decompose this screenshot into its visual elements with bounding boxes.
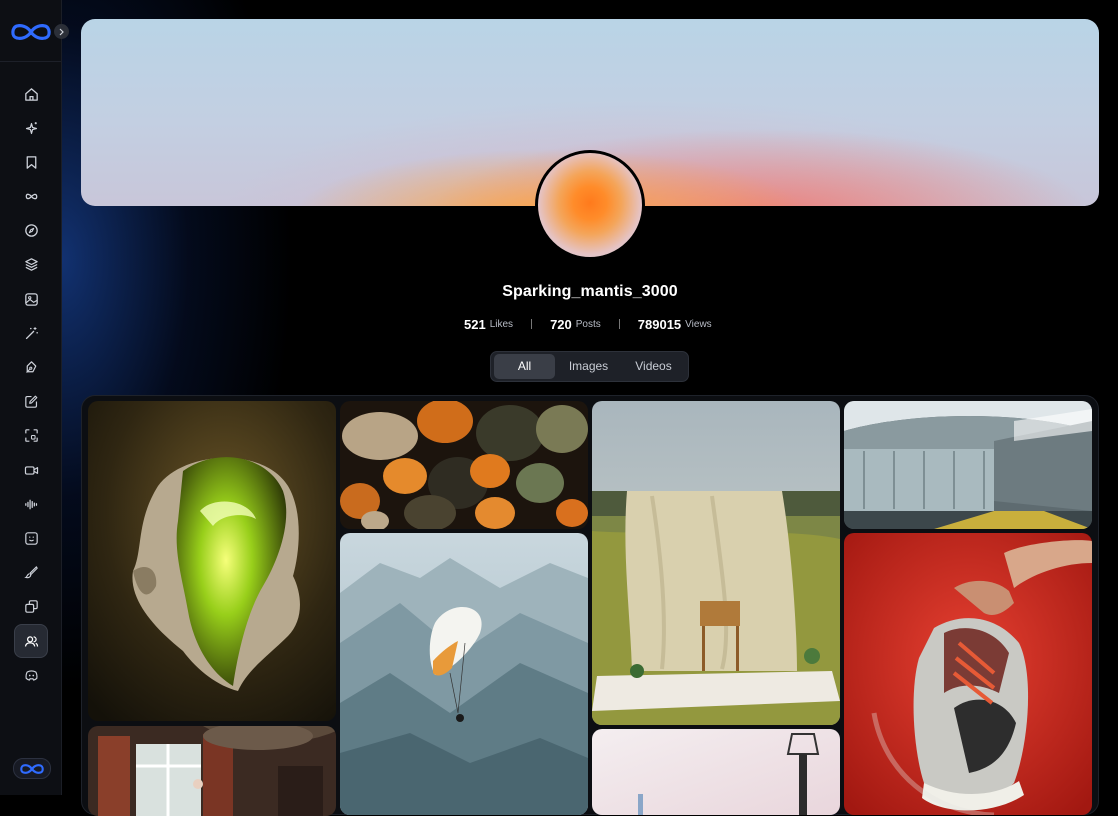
home-icon <box>24 87 38 101</box>
compass-icon <box>24 224 38 238</box>
tab-videos[interactable]: Videos <box>622 354 685 379</box>
posts-label: Posts <box>575 318 601 330</box>
edit-icon <box>24 395 37 408</box>
nav-gallery-add[interactable] <box>14 590 48 624</box>
nav-discord[interactable] <box>14 658 48 692</box>
gallery-item-picnic-tent[interactable] <box>592 401 840 725</box>
nav-pen[interactable] <box>14 351 48 385</box>
gallery-item-room-window[interactable] <box>88 726 336 816</box>
nav-crop[interactable] <box>14 419 48 453</box>
content-filter-tabs: All Images Videos <box>490 351 689 382</box>
nav-layers[interactable] <box>14 248 48 282</box>
gallery-item-subway-tunnel[interactable] <box>844 401 1092 529</box>
nav-explore[interactable] <box>14 214 48 248</box>
gallery-item-glowing-head[interactable] <box>88 401 336 721</box>
nav-profile[interactable] <box>14 624 48 658</box>
likes-count: 521 <box>464 316 486 332</box>
nav-infinite[interactable] <box>14 180 48 214</box>
face-icon <box>24 532 38 545</box>
gallery-item-street-lamp[interactable] <box>592 729 840 815</box>
gallery-add-icon <box>24 600 38 614</box>
stats-divider <box>618 319 620 329</box>
tab-all[interactable]: All <box>494 354 555 379</box>
sidebar <box>0 0 69 795</box>
infinity-icon <box>25 193 37 200</box>
nav-magic[interactable] <box>14 316 48 350</box>
nav-generate[interactable] <box>14 111 48 145</box>
users-icon <box>24 635 38 647</box>
gallery-item-sneaker[interactable] <box>844 533 1092 815</box>
tab-images[interactable]: Images <box>555 354 622 379</box>
views-label: Views <box>685 318 712 330</box>
sparkles-icon <box>25 121 37 134</box>
nav-edit[interactable] <box>14 385 48 419</box>
profile-stats: 521 Likes 720 Posts 789015 Views <box>464 316 712 332</box>
avatar[interactable] <box>535 150 645 260</box>
nav-video[interactable] <box>14 453 48 487</box>
magic-wand-icon <box>25 326 38 339</box>
sidebar-nav <box>14 77 48 692</box>
nav-bookmarks[interactable] <box>14 145 48 179</box>
brush-icon <box>23 566 38 579</box>
infinity-logo-icon <box>20 763 44 774</box>
stats-divider <box>531 319 533 329</box>
audio-wave-icon <box>24 499 37 510</box>
expand-sidebar-button[interactable] <box>54 24 69 39</box>
gallery-item-paraglider[interactable] <box>340 533 588 815</box>
discord-icon <box>24 670 38 681</box>
layers-icon <box>24 258 38 272</box>
gallery-item-pumpkins[interactable] <box>340 401 588 529</box>
bookmark-icon <box>26 156 36 169</box>
crop-icon <box>24 429 38 443</box>
nav-face[interactable] <box>14 521 48 555</box>
nav-brush[interactable] <box>14 556 48 590</box>
likes-label: Likes <box>489 318 514 330</box>
chevron-right-icon <box>59 28 64 35</box>
video-icon <box>24 465 38 475</box>
app-logo[interactable] <box>9 22 53 47</box>
profile-username: Sparking_mantis_3000 <box>502 283 678 300</box>
nav-audio[interactable] <box>14 487 48 521</box>
sidebar-divider <box>0 61 61 62</box>
views-count: 789015 <box>637 316 682 332</box>
pen-tool-icon <box>25 361 36 373</box>
posts-count: 720 <box>550 316 572 332</box>
nav-home[interactable] <box>14 77 48 111</box>
bottom-logo-button[interactable] <box>13 758 51 779</box>
